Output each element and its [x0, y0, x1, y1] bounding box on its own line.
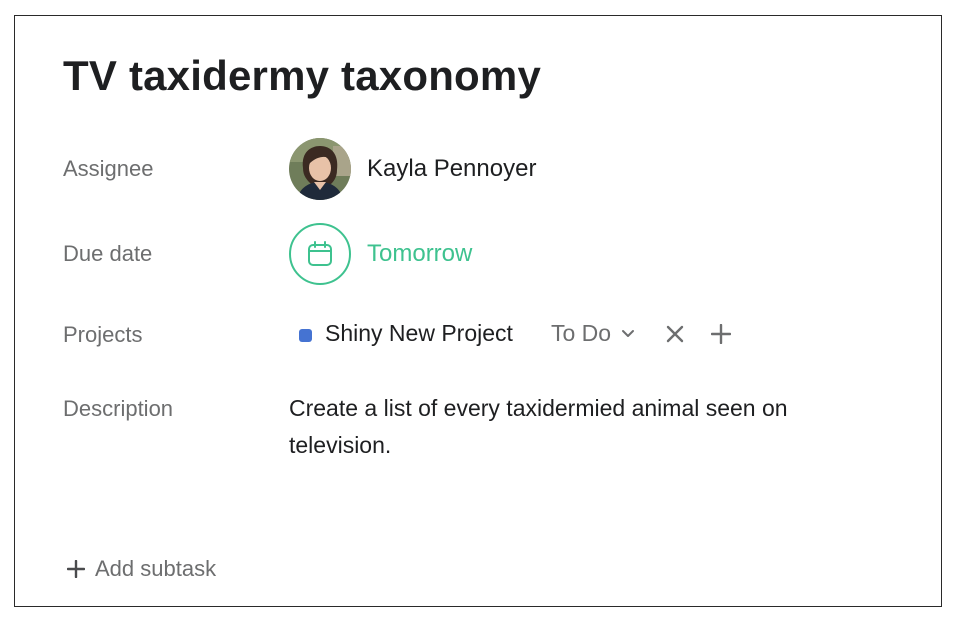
assignee-label: Assignee — [63, 156, 154, 181]
due-date-label: Due date — [63, 241, 153, 266]
task-title[interactable]: TV taxidermy taxonomy — [63, 52, 541, 100]
projects-label: Projects — [63, 322, 143, 347]
section-value: To Do — [551, 320, 612, 346]
add-project-button[interactable] — [709, 322, 733, 346]
project-color-dot — [299, 329, 312, 342]
task-detail-panel: TV taxidermy taxonomy Assignee Kayla Pen… — [14, 15, 942, 607]
due-date-button[interactable] — [289, 223, 351, 285]
calendar-icon — [308, 241, 332, 266]
assignee-name[interactable]: Kayla Pennoyer — [367, 155, 536, 183]
avatar-photo — [289, 138, 351, 200]
add-subtask-label: Add subtask — [95, 556, 217, 581]
close-icon — [666, 325, 684, 343]
description-text[interactable]: Create a list of every taxidermied anima… — [289, 390, 889, 464]
remove-project-button[interactable] — [663, 322, 687, 346]
add-subtask-button[interactable]: Add subtask — [67, 556, 216, 582]
due-date-value[interactable]: Tomorrow — [367, 240, 472, 268]
plus-icon — [67, 560, 85, 578]
project-name[interactable]: Shiny New Project — [325, 320, 513, 347]
description-label: Description — [63, 396, 174, 421]
plus-icon — [711, 324, 731, 344]
chevron-down-icon — [622, 329, 635, 337]
section-dropdown[interactable]: To Do — [551, 320, 635, 347]
avatar[interactable] — [289, 138, 351, 200]
